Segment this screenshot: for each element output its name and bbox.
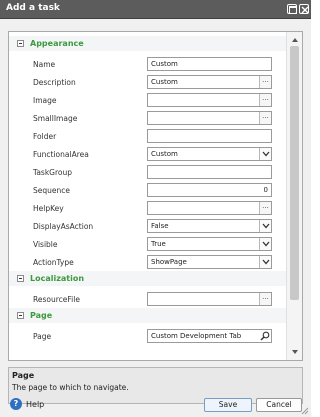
section-appearance[interactable]: Appearance: [9, 36, 286, 51]
section-page[interactable]: Page: [9, 308, 286, 323]
property-name: DisplayAsAction: [33, 222, 94, 231]
dialog-body: Appearance Name Custom Description Custom...…: [0, 19, 311, 417]
property-name: Description: [33, 78, 76, 87]
scrollbar-thumb[interactable]: [290, 46, 299, 300]
property-value: 0: [263, 186, 268, 194]
smallimage-field[interactable]: ...: [147, 111, 272, 125]
property-row-taskgroup: TaskGroup: [9, 163, 286, 181]
resize-grip-icon[interactable]: [301, 407, 309, 415]
property-row-smallimage: SmallImage...: [9, 109, 286, 127]
section-label: Appearance: [30, 39, 84, 48]
title-bar: Add a task: [0, 0, 311, 19]
property-name: ActionType: [33, 258, 74, 267]
property-name: Name: [33, 60, 56, 69]
property-name: ResourceFile: [33, 295, 80, 304]
collapse-icon[interactable]: [17, 40, 24, 47]
property-value: Custom: [151, 78, 178, 86]
maximize-icon[interactable]: [287, 4, 297, 14]
ellipsis-icon[interactable]: ...: [259, 94, 271, 106]
property-row-image: Image...: [9, 91, 286, 109]
section-label: Localization: [30, 274, 85, 283]
collapse-icon[interactable]: [17, 275, 24, 282]
cancel-button[interactable]: Cancel: [256, 398, 302, 412]
collapse-icon[interactable]: [17, 312, 24, 319]
image-field[interactable]: ...: [147, 93, 272, 107]
property-grid: Appearance Name Custom Description Custom...…: [8, 31, 303, 361]
search-icon[interactable]: [259, 330, 271, 342]
taskgroup-field[interactable]: [147, 165, 272, 179]
property-value: False: [151, 222, 169, 230]
folder-field[interactable]: [147, 129, 272, 143]
property-name: Visible: [33, 240, 58, 249]
helpkey-field[interactable]: ...: [147, 201, 272, 215]
help-icon[interactable]: ?: [10, 398, 22, 410]
functionalarea-field[interactable]: Custom: [147, 147, 272, 161]
resourcefile-field[interactable]: ...: [147, 292, 272, 306]
description-title: Page: [12, 371, 35, 380]
dialog-footer: ? Help Save Cancel: [0, 392, 311, 417]
close-icon[interactable]: [299, 4, 309, 14]
name-field[interactable]: Custom: [147, 57, 272, 71]
property-row-resourcefile: ResourceFile...: [9, 290, 286, 308]
property-name: TaskGroup: [33, 168, 73, 177]
chevron-down-icon[interactable]: [259, 148, 271, 160]
property-row-functionalarea: FunctionalArea Custom: [9, 145, 286, 163]
property-row-folder: Folder: [9, 127, 286, 145]
property-row-sequence: Sequence 0: [9, 181, 286, 199]
property-name: HelpKey: [33, 204, 64, 213]
ellipsis-icon[interactable]: ...: [259, 112, 271, 124]
description-text: The page to which to navigate.: [12, 383, 129, 392]
property-name: FunctionalArea: [33, 150, 89, 159]
property-value: Custom: [151, 150, 178, 158]
section-label: Page: [30, 311, 53, 320]
ellipsis-icon[interactable]: ...: [259, 293, 271, 305]
property-name: SmallImage: [33, 114, 78, 123]
property-name: Image: [33, 96, 57, 105]
property-row-page: Page Custom Development Tab: [9, 327, 286, 345]
property-row-displayasaction: DisplayAsAction False: [9, 217, 286, 235]
chevron-down-icon[interactable]: [259, 238, 271, 250]
property-name: Sequence: [33, 186, 70, 195]
section-localization[interactable]: Localization: [9, 271, 286, 286]
property-name: Page: [33, 332, 52, 341]
property-value: True: [151, 240, 166, 248]
scroll-down-icon[interactable]: [291, 348, 299, 356]
property-value: Custom: [151, 60, 178, 68]
visible-field[interactable]: True: [147, 237, 272, 251]
chevron-down-icon[interactable]: [259, 220, 271, 232]
ellipsis-icon[interactable]: ...: [259, 76, 271, 88]
property-value: ShowPage: [151, 258, 187, 266]
property-row-name: Name Custom: [9, 55, 286, 73]
help-link[interactable]: Help: [26, 400, 44, 409]
ellipsis-icon[interactable]: ...: [259, 202, 271, 214]
property-name: Folder: [33, 132, 57, 141]
save-button[interactable]: Save: [204, 398, 252, 412]
property-value: Custom Development Tab: [151, 332, 242, 340]
description-field[interactable]: Custom...: [147, 75, 272, 89]
vertical-scrollbar[interactable]: [286, 32, 302, 360]
chevron-down-icon[interactable]: [259, 256, 271, 268]
property-row-description: Description Custom...: [9, 73, 286, 91]
page-field[interactable]: Custom Development Tab: [147, 329, 272, 343]
displayasaction-field[interactable]: False: [147, 219, 272, 233]
property-grid-rows: Appearance Name Custom Description Custom...…: [9, 32, 286, 360]
property-row-visible: Visible True: [9, 235, 286, 253]
property-row-actiontype: ActionType ShowPage: [9, 253, 286, 271]
sequence-field[interactable]: 0: [147, 183, 272, 197]
dialog-title: Add a task: [6, 3, 60, 13]
property-row-helpkey: HelpKey...: [9, 199, 286, 217]
scroll-up-icon[interactable]: [291, 36, 299, 44]
actiontype-field[interactable]: ShowPage: [147, 255, 272, 269]
